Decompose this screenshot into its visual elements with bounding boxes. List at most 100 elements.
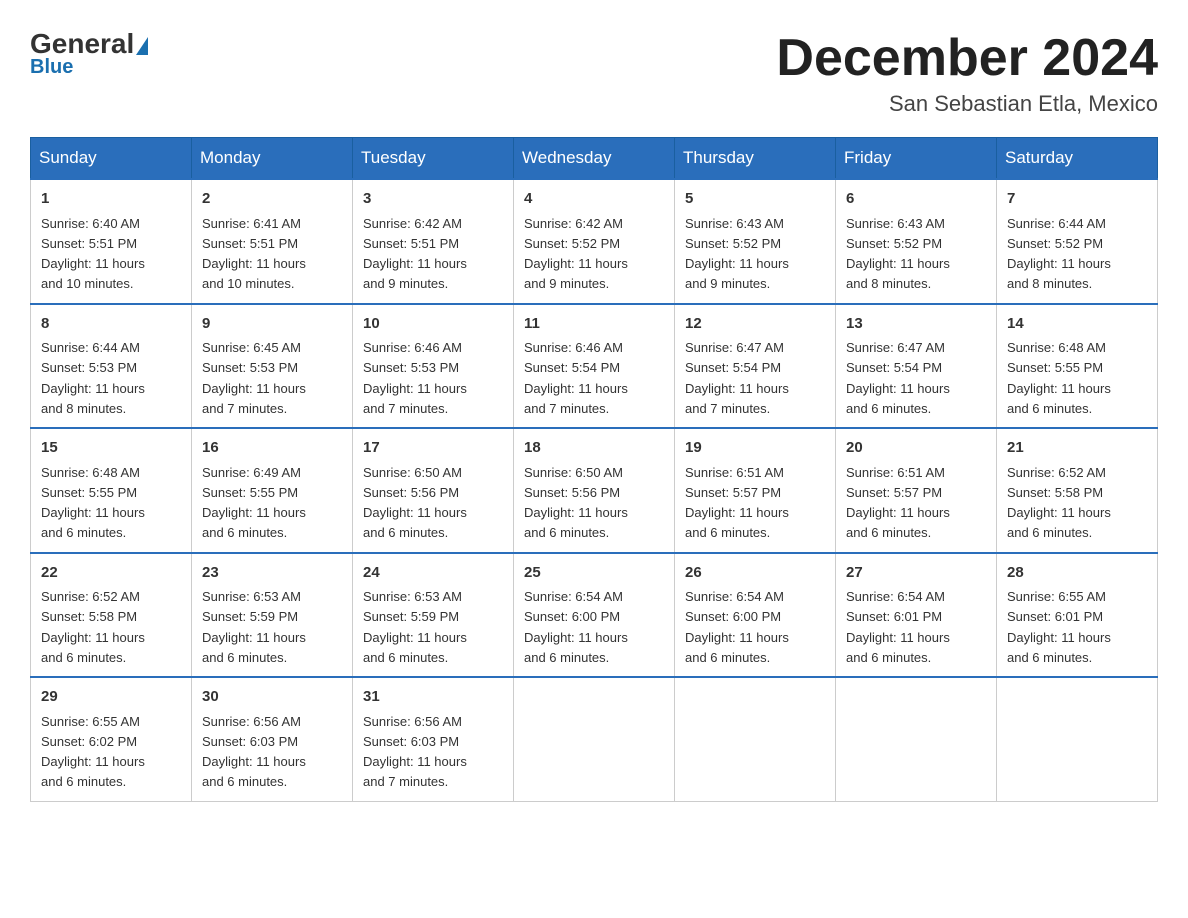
day-info: Sunrise: 6:48 AMSunset: 5:55 PMDaylight:… xyxy=(1007,340,1111,416)
day-number: 3 xyxy=(363,188,503,211)
calendar-cell: 31 Sunrise: 6:56 AMSunset: 6:03 PMDaylig… xyxy=(353,677,514,801)
day-number: 24 xyxy=(363,562,503,585)
day-number: 18 xyxy=(524,437,664,460)
day-number: 13 xyxy=(846,313,986,336)
weekday-header-saturday: Saturday xyxy=(997,138,1158,180)
calendar-cell: 6 Sunrise: 6:43 AMSunset: 5:52 PMDayligh… xyxy=(836,179,997,304)
calendar-cell: 19 Sunrise: 6:51 AMSunset: 5:57 PMDaylig… xyxy=(675,428,836,553)
calendar-cell: 18 Sunrise: 6:50 AMSunset: 5:56 PMDaylig… xyxy=(514,428,675,553)
day-number: 30 xyxy=(202,686,342,709)
calendar-cell xyxy=(675,677,836,801)
day-number: 31 xyxy=(363,686,503,709)
calendar-cell: 27 Sunrise: 6:54 AMSunset: 6:01 PMDaylig… xyxy=(836,553,997,678)
weekday-header-thursday: Thursday xyxy=(675,138,836,180)
weekday-header-wednesday: Wednesday xyxy=(514,138,675,180)
day-number: 11 xyxy=(524,313,664,336)
day-info: Sunrise: 6:56 AMSunset: 6:03 PMDaylight:… xyxy=(202,714,306,790)
day-info: Sunrise: 6:51 AMSunset: 5:57 PMDaylight:… xyxy=(685,465,789,541)
day-info: Sunrise: 6:47 AMSunset: 5:54 PMDaylight:… xyxy=(685,340,789,416)
calendar-cell: 2 Sunrise: 6:41 AMSunset: 5:51 PMDayligh… xyxy=(192,179,353,304)
day-info: Sunrise: 6:40 AMSunset: 5:51 PMDaylight:… xyxy=(41,216,145,292)
day-number: 12 xyxy=(685,313,825,336)
title-area: December 2024 San Sebastian Etla, Mexico xyxy=(776,30,1158,117)
logo: General Blue xyxy=(30,30,148,79)
weekday-header-monday: Monday xyxy=(192,138,353,180)
day-info: Sunrise: 6:44 AMSunset: 5:52 PMDaylight:… xyxy=(1007,216,1111,292)
calendar-week-row: 15 Sunrise: 6:48 AMSunset: 5:55 PMDaylig… xyxy=(31,428,1158,553)
calendar-cell: 8 Sunrise: 6:44 AMSunset: 5:53 PMDayligh… xyxy=(31,304,192,429)
calendar-cell: 23 Sunrise: 6:53 AMSunset: 5:59 PMDaylig… xyxy=(192,553,353,678)
day-number: 28 xyxy=(1007,562,1147,585)
calendar-week-row: 1 Sunrise: 6:40 AMSunset: 5:51 PMDayligh… xyxy=(31,179,1158,304)
calendar-cell: 17 Sunrise: 6:50 AMSunset: 5:56 PMDaylig… xyxy=(353,428,514,553)
calendar-cell: 9 Sunrise: 6:45 AMSunset: 5:53 PMDayligh… xyxy=(192,304,353,429)
calendar-cell: 10 Sunrise: 6:46 AMSunset: 5:53 PMDaylig… xyxy=(353,304,514,429)
logo-triangle-icon xyxy=(136,37,148,55)
day-number: 8 xyxy=(41,313,181,336)
day-info: Sunrise: 6:50 AMSunset: 5:56 PMDaylight:… xyxy=(363,465,467,541)
calendar-cell: 25 Sunrise: 6:54 AMSunset: 6:00 PMDaylig… xyxy=(514,553,675,678)
calendar-cell xyxy=(836,677,997,801)
weekday-header-friday: Friday xyxy=(836,138,997,180)
day-info: Sunrise: 6:50 AMSunset: 5:56 PMDaylight:… xyxy=(524,465,628,541)
calendar-header: SundayMondayTuesdayWednesdayThursdayFrid… xyxy=(31,138,1158,180)
day-number: 6 xyxy=(846,188,986,211)
calendar-week-row: 22 Sunrise: 6:52 AMSunset: 5:58 PMDaylig… xyxy=(31,553,1158,678)
day-number: 29 xyxy=(41,686,181,709)
day-info: Sunrise: 6:52 AMSunset: 5:58 PMDaylight:… xyxy=(41,589,145,665)
day-info: Sunrise: 6:55 AMSunset: 6:02 PMDaylight:… xyxy=(41,714,145,790)
day-number: 20 xyxy=(846,437,986,460)
day-number: 17 xyxy=(363,437,503,460)
day-number: 27 xyxy=(846,562,986,585)
day-info: Sunrise: 6:49 AMSunset: 5:55 PMDaylight:… xyxy=(202,465,306,541)
calendar-cell: 26 Sunrise: 6:54 AMSunset: 6:00 PMDaylig… xyxy=(675,553,836,678)
day-info: Sunrise: 6:53 AMSunset: 5:59 PMDaylight:… xyxy=(202,589,306,665)
calendar-cell: 15 Sunrise: 6:48 AMSunset: 5:55 PMDaylig… xyxy=(31,428,192,553)
day-info: Sunrise: 6:43 AMSunset: 5:52 PMDaylight:… xyxy=(685,216,789,292)
day-info: Sunrise: 6:55 AMSunset: 6:01 PMDaylight:… xyxy=(1007,589,1111,665)
day-number: 5 xyxy=(685,188,825,211)
day-info: Sunrise: 6:45 AMSunset: 5:53 PMDaylight:… xyxy=(202,340,306,416)
calendar-cell xyxy=(514,677,675,801)
calendar-cell: 21 Sunrise: 6:52 AMSunset: 5:58 PMDaylig… xyxy=(997,428,1158,553)
calendar-cell: 30 Sunrise: 6:56 AMSunset: 6:03 PMDaylig… xyxy=(192,677,353,801)
month-title: December 2024 xyxy=(776,30,1158,87)
day-info: Sunrise: 6:53 AMSunset: 5:59 PMDaylight:… xyxy=(363,589,467,665)
calendar-cell: 13 Sunrise: 6:47 AMSunset: 5:54 PMDaylig… xyxy=(836,304,997,429)
calendar-week-row: 8 Sunrise: 6:44 AMSunset: 5:53 PMDayligh… xyxy=(31,304,1158,429)
calendar-cell: 16 Sunrise: 6:49 AMSunset: 5:55 PMDaylig… xyxy=(192,428,353,553)
page-header: General Blue December 2024 San Sebastian… xyxy=(30,30,1158,117)
calendar-cell: 11 Sunrise: 6:46 AMSunset: 5:54 PMDaylig… xyxy=(514,304,675,429)
day-info: Sunrise: 6:52 AMSunset: 5:58 PMDaylight:… xyxy=(1007,465,1111,541)
day-number: 21 xyxy=(1007,437,1147,460)
day-number: 22 xyxy=(41,562,181,585)
day-info: Sunrise: 6:48 AMSunset: 5:55 PMDaylight:… xyxy=(41,465,145,541)
day-info: Sunrise: 6:46 AMSunset: 5:54 PMDaylight:… xyxy=(524,340,628,416)
calendar-cell: 1 Sunrise: 6:40 AMSunset: 5:51 PMDayligh… xyxy=(31,179,192,304)
day-number: 4 xyxy=(524,188,664,211)
calendar-cell: 14 Sunrise: 6:48 AMSunset: 5:55 PMDaylig… xyxy=(997,304,1158,429)
calendar-cell: 28 Sunrise: 6:55 AMSunset: 6:01 PMDaylig… xyxy=(997,553,1158,678)
calendar-body: 1 Sunrise: 6:40 AMSunset: 5:51 PMDayligh… xyxy=(31,179,1158,801)
day-info: Sunrise: 6:54 AMSunset: 6:01 PMDaylight:… xyxy=(846,589,950,665)
calendar-cell: 7 Sunrise: 6:44 AMSunset: 5:52 PMDayligh… xyxy=(997,179,1158,304)
day-info: Sunrise: 6:56 AMSunset: 6:03 PMDaylight:… xyxy=(363,714,467,790)
calendar-cell: 12 Sunrise: 6:47 AMSunset: 5:54 PMDaylig… xyxy=(675,304,836,429)
day-info: Sunrise: 6:44 AMSunset: 5:53 PMDaylight:… xyxy=(41,340,145,416)
day-number: 15 xyxy=(41,437,181,460)
day-number: 2 xyxy=(202,188,342,211)
day-number: 25 xyxy=(524,562,664,585)
calendar-cell: 29 Sunrise: 6:55 AMSunset: 6:02 PMDaylig… xyxy=(31,677,192,801)
calendar-cell: 4 Sunrise: 6:42 AMSunset: 5:52 PMDayligh… xyxy=(514,179,675,304)
day-number: 9 xyxy=(202,313,342,336)
day-info: Sunrise: 6:54 AMSunset: 6:00 PMDaylight:… xyxy=(524,589,628,665)
day-info: Sunrise: 6:51 AMSunset: 5:57 PMDaylight:… xyxy=(846,465,950,541)
calendar-cell: 20 Sunrise: 6:51 AMSunset: 5:57 PMDaylig… xyxy=(836,428,997,553)
calendar-cell: 22 Sunrise: 6:52 AMSunset: 5:58 PMDaylig… xyxy=(31,553,192,678)
logo-main: General xyxy=(30,30,148,58)
day-number: 7 xyxy=(1007,188,1147,211)
day-info: Sunrise: 6:43 AMSunset: 5:52 PMDaylight:… xyxy=(846,216,950,292)
day-number: 16 xyxy=(202,437,342,460)
day-info: Sunrise: 6:42 AMSunset: 5:51 PMDaylight:… xyxy=(363,216,467,292)
weekday-header-sunday: Sunday xyxy=(31,138,192,180)
